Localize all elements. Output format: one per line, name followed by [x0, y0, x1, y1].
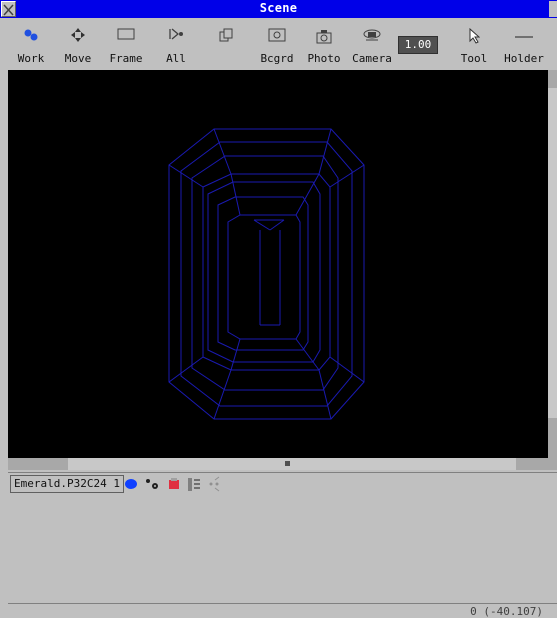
vertical-scrollbar[interactable] [548, 70, 557, 470]
pavilion-step-3 [227, 214, 301, 340]
photo-button[interactable]: Photo [302, 20, 346, 70]
camera-button[interactable]: Camera [348, 20, 396, 70]
properties-icon[interactable] [186, 475, 202, 493]
title-bar[interactable]: Scene [0, 0, 557, 18]
vertical-scrollbar-thumb[interactable] [548, 88, 557, 418]
toolbar: Work Move Frame All Bcgrd Photo Camera 1… [0, 18, 557, 86]
frame-icon [104, 20, 148, 52]
pavilion-step-1 [207, 181, 321, 363]
zoom-field[interactable]: 1.00 [398, 36, 438, 54]
emerald-wireframe [168, 128, 365, 420]
background-button[interactable]: Bcgrd [255, 20, 299, 70]
scene-viewport[interactable] [8, 70, 548, 458]
horizontal-scrollbar[interactable] [8, 458, 548, 470]
culet-diag-2 [269, 219, 285, 231]
move-label: Move [64, 52, 92, 65]
object-name-tab[interactable]: Emerald.P32C24 1 [10, 475, 124, 493]
pages-button[interactable] [212, 20, 240, 70]
settings-icon[interactable] [143, 475, 159, 493]
scrollbar-grip [285, 461, 290, 466]
titlebar-corner [549, 1, 557, 17]
frame-button[interactable]: Frame [104, 20, 148, 70]
window-title: Scene [259, 1, 298, 15]
work-icon [10, 20, 52, 52]
cursor-coordinates: 0 (-40.107) [470, 605, 543, 618]
camera-label: Camera [352, 52, 392, 65]
background-label: Bcgrd [260, 52, 294, 65]
camera-icon [348, 20, 396, 52]
culet-diag-1 [253, 219, 271, 231]
scene-window: Scene Work Move Frame All Bcgrd Photo Ca… [0, 0, 557, 618]
work-label: Work [17, 52, 45, 65]
pointer-icon [458, 20, 490, 52]
all-label: All [166, 52, 186, 65]
frame-label: Frame [109, 52, 143, 65]
light-icon[interactable] [206, 475, 222, 493]
tool-button[interactable]: Tool [458, 20, 490, 70]
move-button[interactable]: Move [58, 20, 98, 70]
photo-icon [302, 20, 346, 52]
shape-icon[interactable] [123, 475, 139, 493]
pages-icon [212, 20, 240, 52]
material-icon[interactable] [166, 475, 182, 493]
holder-button[interactable]: Holder [500, 20, 548, 70]
photo-label: Photo [307, 52, 341, 65]
background-icon [255, 20, 299, 52]
tool-label: Tool [460, 52, 488, 65]
all-button[interactable]: All [158, 20, 194, 70]
horizontal-scrollbar-thumb[interactable] [68, 458, 516, 470]
holder-icon [500, 20, 548, 52]
work-button[interactable]: Work [10, 20, 52, 70]
status-bar: 0 (-40.107) [8, 603, 557, 618]
object-panel: Emerald.P32C24 1 [8, 472, 557, 603]
holder-label: Holder [504, 52, 544, 65]
all-icon [158, 20, 194, 52]
move-icon [58, 20, 98, 52]
